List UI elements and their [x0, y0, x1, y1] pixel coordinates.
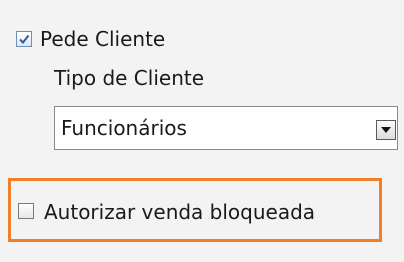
dropdown-button[interactable] [376, 120, 396, 140]
pede-cliente-label[interactable]: Pede Cliente [40, 27, 165, 51]
pede-cliente-checkbox[interactable] [16, 31, 32, 47]
chevron-down-icon [381, 127, 391, 133]
tipo-cliente-label: Tipo de Cliente [54, 66, 205, 90]
autorizar-venda-checkbox[interactable] [18, 203, 34, 219]
tipo-cliente-dropdown[interactable]: Funcionários [54, 106, 398, 150]
autorizar-venda-label[interactable]: Autorizar venda bloqueada [44, 200, 315, 224]
tipo-cliente-selected-value: Funcionários [61, 116, 187, 140]
checkmark-icon [19, 34, 30, 45]
settings-panel: Pede Cliente Tipo de Cliente Funcionário… [0, 0, 404, 262]
